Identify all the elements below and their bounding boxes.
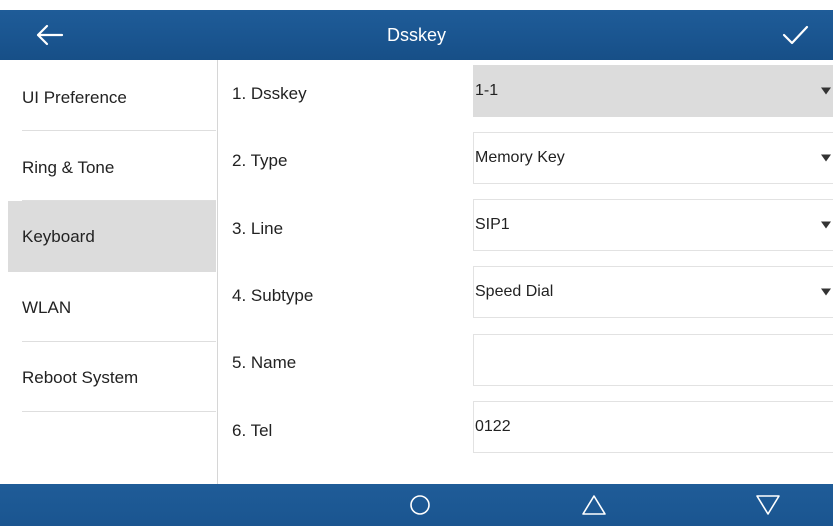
name-label: 5. Name	[232, 353, 297, 372]
page-title: Dsskey	[386, 25, 446, 45]
subtype-value: Speed Dial	[475, 283, 554, 300]
sidebar-item-label: Ring & Tone	[22, 157, 115, 177]
tel-value: 0122	[475, 418, 511, 435]
sidebar-item-label: Reboot System	[22, 367, 139, 387]
name-field[interactable]	[473, 334, 833, 386]
dsskey-value: 1-1	[475, 82, 499, 99]
subtype-label: 4. Subtype	[232, 286, 314, 305]
sidebar-item-label: Keyboard	[22, 226, 95, 246]
sidebar-item-label: WLAN	[22, 297, 72, 317]
dsskey-select[interactable]: 1-1	[473, 65, 833, 117]
type-select[interactable]: Memory Key	[473, 132, 833, 184]
check-icon	[782, 25, 809, 45]
triangle-up-icon	[582, 495, 606, 515]
sidebar-item-wlan[interactable]: WLAN	[8, 272, 216, 343]
softkey-bar	[0, 484, 833, 526]
softkey-down[interactable]	[753, 490, 783, 520]
tel-label: 6. Tel	[232, 421, 273, 440]
dropdown-caret-icon	[821, 221, 831, 229]
sidebar-item-ring-tone[interactable]: Ring & Tone	[8, 132, 216, 203]
divider	[22, 411, 216, 412]
line-value: SIP1	[475, 216, 510, 233]
dsskey-label: 1. Dsskey	[232, 84, 307, 103]
dropdown-caret-icon	[821, 288, 831, 296]
type-value: Memory Key	[475, 149, 565, 166]
type-label: 2. Type	[232, 151, 288, 170]
softkey-up[interactable]	[579, 490, 609, 520]
line-label: 3. Line	[232, 219, 284, 238]
dropdown-caret-icon	[821, 154, 831, 162]
tel-field[interactable]: 0122	[473, 401, 833, 453]
subtype-select[interactable]: Speed Dial	[473, 266, 833, 318]
sidebar-item-keyboard[interactable]: Keyboard	[8, 201, 216, 272]
dropdown-caret-icon	[821, 87, 831, 95]
circle-icon	[410, 495, 430, 515]
settings-sidebar: UI Preference Ring & Tone Keyboard WLAN …	[0, 60, 218, 484]
triangle-down-icon	[756, 495, 780, 515]
divider	[22, 130, 216, 131]
sidebar-item-reboot-system[interactable]: Reboot System	[8, 342, 216, 413]
softkey-ok[interactable]	[405, 490, 435, 520]
line-select[interactable]: SIP1	[473, 199, 833, 251]
title-bar: Dsskey	[0, 10, 833, 60]
confirm-button[interactable]	[779, 20, 811, 50]
sidebar-item-label: UI Preference	[22, 87, 127, 107]
sidebar-item-ui-preference[interactable]: UI Preference	[8, 62, 216, 133]
